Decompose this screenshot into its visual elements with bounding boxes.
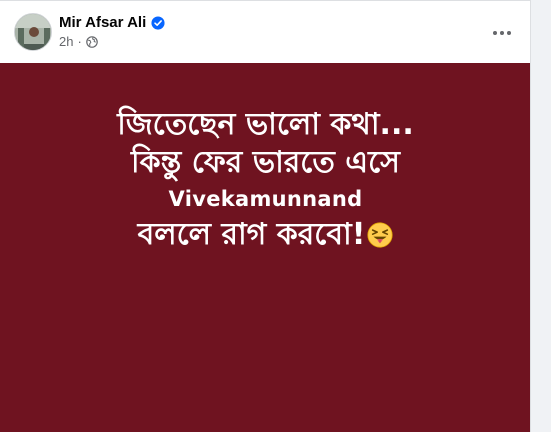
page-background [532, 0, 551, 432]
more-options-icon-dot [507, 31, 511, 35]
post-header: Mir Afsar Ali 2h · [0, 1, 530, 63]
post-card: Mir Afsar Ali 2h · জিতেছেন ভালো কথা... ক… [0, 0, 531, 432]
author-avatar[interactable] [14, 13, 52, 51]
avatar-image [15, 14, 51, 50]
verified-badge-icon [151, 16, 165, 30]
author-name[interactable]: Mir Afsar Ali [59, 14, 146, 32]
image-text-line-3: Vivekamunnand [168, 187, 363, 211]
globe-icon[interactable] [86, 36, 98, 48]
post-timestamp[interactable]: 2h [59, 34, 73, 50]
more-options-icon [493, 31, 497, 35]
image-text-line-4: বললে রাগ করবো! [137, 217, 366, 252]
squinting-face-with-tongue-icon [367, 222, 394, 248]
more-options-icon-dot [500, 31, 504, 35]
meta-separator: · [77, 34, 82, 49]
post-meta: 2h · [59, 34, 98, 50]
author-row: Mir Afsar Ali [59, 14, 165, 32]
image-text-line-1: জিতেছেন ভালো কথা... [117, 107, 414, 142]
post-image-text: জিতেছেন ভালো কথা... কিন্তু ফের ভারতে এসে… [0, 106, 530, 254]
more-options-button[interactable] [486, 17, 518, 49]
image-text-line-2: কিন্তু ফের ভারতে এসে [131, 145, 400, 180]
image-text-line-4-wrap: বললে রাগ করবো! [0, 216, 530, 254]
